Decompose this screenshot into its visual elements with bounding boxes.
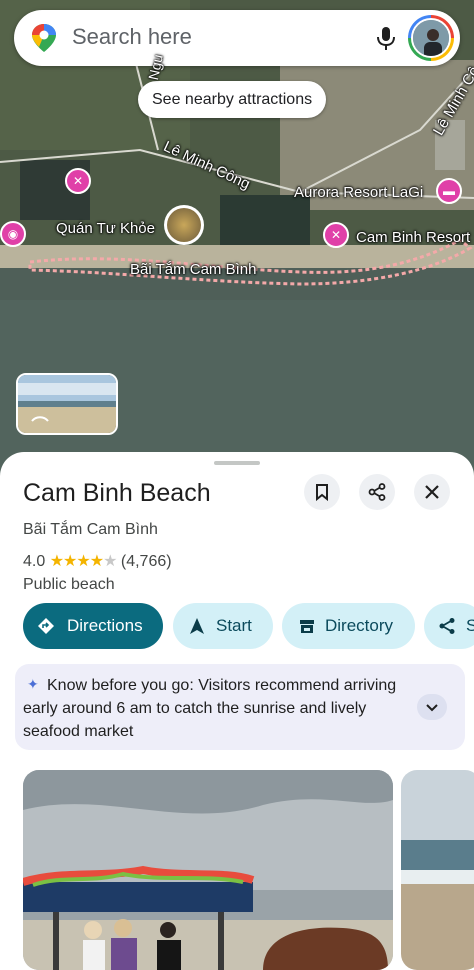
cam-binh-resort-label[interactable]: Cam Binh Resort [356,229,470,246]
microphone-icon[interactable] [372,24,400,52]
share-icon [368,483,386,501]
close-icon [425,485,439,499]
share-label: S [466,616,474,635]
selected-place-marker[interactable] [164,205,204,245]
profile-avatar[interactable] [408,15,454,61]
place-category: Public beach [23,576,115,593]
aurora-resort-label[interactable]: Aurora Resort LaGi [294,184,423,201]
quan-tu-khoe-label[interactable]: Quán Tư Khỏe [56,220,155,237]
google-maps-pin-icon [32,24,56,52]
know-before-you-go-card[interactable]: ✦ Know before you go: Visitors recommend… [15,664,465,750]
street-view-photo [18,375,116,433]
start-label: Start [216,616,252,635]
directions-label: Directions [67,616,143,635]
drag-handle[interactable] [214,461,260,465]
expand-button[interactable] [417,694,447,720]
see-nearby-attractions-button[interactable]: See nearby attractions [138,81,327,118]
share-icon [439,618,455,634]
close-button[interactable] [414,474,450,510]
start-button[interactable]: Start [173,603,273,649]
place-photo[interactable] [23,770,393,970]
bookmark-icon [316,484,328,501]
place-title: Cam Binh Beach [23,479,211,507]
store-icon [300,620,314,633]
directions-button[interactable]: Directions [23,603,163,649]
beach-area-label: Bãi Tắm Cam Bình [130,261,257,278]
rating-row[interactable]: 4.0 ★★★★★ (4,766) [23,551,172,571]
share-chip-button[interactable]: S [424,603,474,649]
review-count[interactable]: (4,766) [121,553,172,570]
street-view-thumbnail[interactable] [16,373,118,435]
rating-value: 4.0 [23,553,46,570]
search-bar[interactable]: Search here [14,10,460,66]
star-rating-icon: ★★★★★ [49,553,118,570]
directions-icon [38,618,54,634]
chevron-down-icon [426,704,438,712]
beach-photo-secondary [401,770,474,970]
navigation-arrow-icon [190,618,204,634]
tip-text: Know before you go: Visitors recommend a… [23,677,397,740]
place-photo[interactable] [401,770,474,970]
restaurant-icon[interactable]: ✕ [65,168,91,194]
share-button[interactable] [359,474,395,510]
search-input[interactable]: Search here [72,24,192,50]
beach-photo-main [23,770,393,970]
restaurant-icon[interactable]: ✕ [323,222,349,248]
local-name: Bãi Tắm Cam Bình [23,521,158,538]
save-button[interactable] [304,474,340,510]
camera-icon[interactable]: ◉ [0,221,26,247]
hotel-icon[interactable]: ▬ [436,178,462,204]
directory-label: Directory [325,616,394,635]
place-details-sheet: Cam Binh Beach Bãi Tắm Cam Bình 4.0 ★★★★… [0,452,474,970]
person-photo [413,20,449,56]
directory-button[interactable]: Directory [282,603,415,649]
map-view[interactable]: Search here See nearby attractions Ngu L… [0,0,474,480]
